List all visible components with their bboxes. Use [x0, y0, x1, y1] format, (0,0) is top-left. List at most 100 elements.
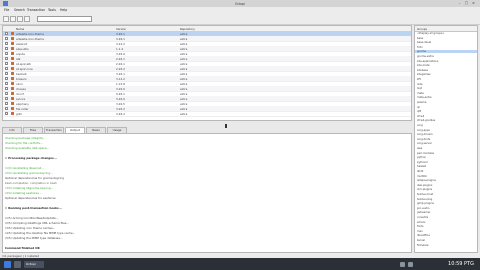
group-item[interactable]: gstreamer — [417, 211, 430, 214]
minimize-icon[interactable]: – — [457, 1, 462, 6]
console-line: (1/5) Arming ConditionNeedsUpdate... — [5, 216, 59, 220]
group-item[interactable]: mate — [417, 92, 424, 95]
row-checkbox[interactable] — [5, 47, 8, 50]
group-item[interactable]: fcitx — [417, 46, 423, 49]
app-menu-icon[interactable] — [4, 260, 11, 268]
groups-list[interactable]: Groups <Display all groups> base base-deve… — [414, 25, 478, 253]
console-line: (5/5) Updating the MIME type database... — [5, 236, 63, 240]
group-item[interactable]: man — [417, 230, 423, 233]
row-checkbox[interactable] — [5, 77, 8, 80]
row-checkbox[interactable] — [5, 42, 8, 45]
search-input[interactable] — [37, 15, 92, 22]
console-line: Command finished OK — [5, 246, 40, 250]
row-checkbox[interactable] — [5, 87, 8, 90]
row-checkbox[interactable] — [5, 37, 8, 40]
volume-icon[interactable] — [408, 261, 413, 267]
group-item[interactable]: kdebase — [417, 69, 428, 72]
group-item[interactable]: perl-modules — [417, 152, 434, 155]
row-checkbox[interactable] — [5, 107, 8, 110]
group-item[interactable]: lxqt — [417, 87, 422, 90]
sync-icon[interactable] — [3, 15, 9, 22]
row-checkbox[interactable] — [5, 62, 8, 65]
network-icon[interactable] — [400, 261, 405, 267]
console-line: (1/4) reinstalling libsecret... — [5, 166, 44, 170]
group-item[interactable]: <Display all groups> — [417, 32, 444, 35]
group-item[interactable]: dssi-plugins — [417, 184, 432, 187]
table-row[interactable]: gdm 3.26.2 extra — [3, 111, 411, 117]
search-icon — [31, 16, 37, 22]
row-checkbox[interactable] — [5, 72, 8, 75]
row-checkbox[interactable] — [5, 97, 8, 100]
menu-search[interactable]: Search — [14, 8, 25, 12]
group-item[interactable]: lib32 — [417, 170, 423, 173]
group-item[interactable]: texlive-most — [417, 193, 433, 196]
row-checkbox[interactable] — [5, 32, 8, 35]
row-checkbox[interactable] — [5, 82, 8, 85]
group-item[interactable]: xorg-apps — [417, 129, 430, 132]
row-checkbox[interactable] — [5, 52, 8, 55]
group-item[interactable]: libreoffice — [417, 234, 430, 237]
group-item[interactable]: multilib — [417, 175, 427, 178]
menu-help[interactable]: Help — [60, 8, 67, 12]
row-checkbox[interactable] — [5, 67, 8, 70]
group-item[interactable]: xorg-server — [417, 142, 432, 145]
package-icon — [11, 72, 14, 75]
package-icon — [11, 62, 14, 65]
group-item[interactable]: firmware — [417, 244, 429, 247]
maximize-icon[interactable]: □ — [464, 1, 469, 6]
menu-file[interactable]: File — [4, 8, 9, 12]
cell-repository: extra — [180, 112, 188, 116]
group-item[interactable]: xfce4-goodies — [417, 119, 435, 122]
group-item[interactable]: kernel — [417, 239, 425, 242]
console-line: (3/4) installing libgnome-keyring... — [5, 186, 54, 190]
group-item[interactable]: alsa — [417, 147, 422, 150]
clock[interactable]: 10:59 PTG — [448, 261, 474, 267]
group-item[interactable]: xorg-fonts — [417, 138, 430, 141]
group-item[interactable]: vim-plugins — [417, 188, 432, 191]
group-item[interactable]: ladspa-plugins — [417, 179, 436, 182]
package-icon — [11, 97, 14, 100]
taskbar-window-octopi[interactable]: Octopi — [24, 260, 44, 268]
group-item[interactable]: base-devel — [417, 41, 431, 44]
group-item[interactable]: gimp-plugins — [417, 202, 434, 205]
close-icon[interactable]: × — [471, 1, 476, 6]
group-item[interactable]: qt — [417, 106, 420, 109]
console-line: checking package integrity... — [5, 136, 46, 140]
package-table[interactable]: Name Version Repository adwaita-icon-the… — [2, 25, 412, 121]
rollback-icon[interactable] — [17, 15, 23, 22]
group-item[interactable]: haskell — [417, 165, 426, 168]
group-item[interactable]: python2 — [417, 161, 428, 164]
group-item[interactable]: gnome — [415, 50, 477, 54]
group-item[interactable]: qt5 — [417, 110, 421, 113]
output-console: checking package integrity... checking fo… — [2, 133, 412, 253]
cell-version: 3.26.2 — [116, 112, 125, 116]
menu-tools[interactable]: Tools — [48, 8, 56, 12]
group-item[interactable]: kde-meta — [417, 64, 429, 67]
file-manager-icon[interactable] — [14, 260, 21, 268]
menu-transaction[interactable]: Transaction — [27, 8, 45, 12]
row-checkbox[interactable] — [5, 57, 8, 60]
commit-icon[interactable] — [10, 15, 16, 22]
row-checkbox[interactable] — [5, 102, 8, 105]
group-item[interactable]: base — [417, 37, 423, 40]
group-item[interactable]: python — [417, 156, 426, 159]
group-item[interactable]: kde-applications — [417, 60, 438, 63]
group-item[interactable]: pro-audio — [417, 207, 429, 210]
upgrade-icon[interactable] — [24, 15, 30, 22]
group-item[interactable]: gnome-extra — [417, 55, 434, 58]
group-item[interactable]: xorg-drivers — [417, 133, 433, 136]
group-item[interactable]: mate-extra — [417, 96, 431, 99]
group-item[interactable]: coreutils — [417, 216, 428, 219]
row-checkbox[interactable] — [5, 112, 8, 115]
row-checkbox[interactable] — [5, 92, 8, 95]
group-item[interactable]: xorg — [417, 124, 423, 127]
group-item[interactable]: fonts — [417, 225, 424, 228]
group-item[interactable]: kf5 — [417, 78, 421, 81]
group-item[interactable]: lxde — [417, 83, 423, 86]
group-item[interactable]: emacs — [417, 221, 426, 224]
group-item[interactable]: kdegames — [417, 73, 430, 76]
group-item[interactable]: texlive-lang — [417, 198, 432, 201]
group-item[interactable]: xfce4 — [417, 115, 424, 118]
package-icon — [11, 87, 14, 90]
group-item[interactable]: plasma — [417, 101, 426, 104]
